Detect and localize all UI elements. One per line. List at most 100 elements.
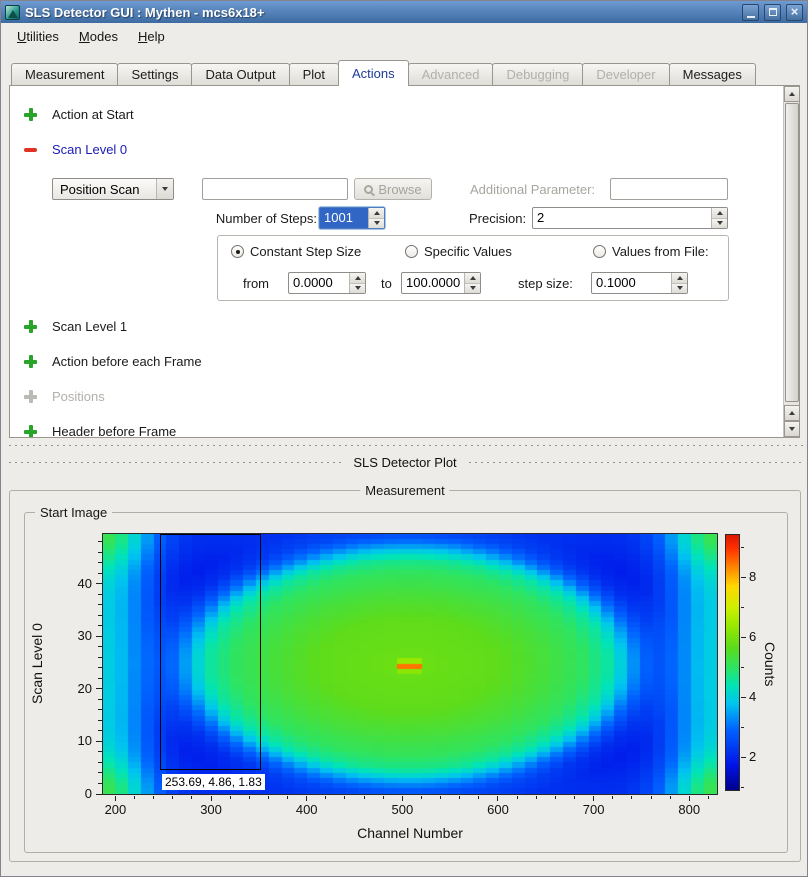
menu-modes[interactable]: Modes [69, 25, 128, 48]
scrollbar-up-button[interactable] [784, 86, 800, 102]
plot-dock-splitter[interactable]: SLS Detector Plot [1, 438, 808, 482]
to-spin-down-button[interactable] [465, 283, 480, 294]
scrollbar-up-button-2[interactable] [784, 405, 800, 421]
tab-messages[interactable]: Messages [669, 63, 756, 86]
colorbar-tick-label: 2 [749, 749, 769, 764]
minimize-button[interactable] [742, 4, 759, 21]
step-size-label: step size: [518, 276, 573, 291]
scrollbar-thumb[interactable] [785, 103, 799, 402]
step-spin-down-button[interactable] [672, 283, 687, 294]
colorbar-minor-tick [741, 667, 744, 668]
y-tick [96, 636, 102, 637]
step-options-groupbox: Constant Step Size Specific Values Value… [217, 235, 729, 301]
x-minor-tick [440, 796, 441, 799]
x-minor-tick [249, 796, 250, 799]
from-spin-up-button[interactable] [350, 273, 365, 283]
tab-advanced[interactable]: Advanced [408, 63, 494, 86]
scan-mode-combo[interactable]: Position Scan [52, 178, 174, 200]
x-minor-tick [651, 796, 652, 799]
additional-parameter-input[interactable] [610, 178, 728, 200]
to-value[interactable]: 100.0000 [402, 273, 464, 293]
tab-debugging[interactable]: Debugging [492, 63, 583, 86]
expand-action-at-start-icon[interactable] [24, 108, 37, 121]
menu-utilities[interactable]: Utilities [7, 25, 69, 48]
tab-developer[interactable]: Developer [582, 63, 669, 86]
x-tick-label: 700 [574, 802, 614, 817]
values-from-file-radio[interactable] [593, 245, 606, 258]
x-minor-tick [230, 796, 231, 799]
colorbar-tick-label: 6 [749, 629, 769, 644]
y-minor-tick [98, 615, 102, 616]
close-button[interactable]: × [786, 4, 803, 21]
x-tick-label: 300 [191, 802, 231, 817]
specific-values-radio[interactable] [405, 245, 418, 258]
precision-label: Precision: [469, 211, 526, 226]
splitter-handle[interactable] [7, 444, 803, 447]
y-minor-tick [98, 604, 102, 605]
maximize-icon [769, 8, 777, 16]
precision-spin-down-button[interactable] [712, 218, 727, 229]
expand-header-before-frame-icon[interactable] [24, 425, 37, 438]
expand-positions-icon[interactable] [24, 390, 37, 403]
x-axis-title: Channel Number [103, 825, 717, 841]
scan-mode-value: Position Scan [53, 182, 156, 197]
y-minor-tick [98, 657, 102, 658]
x-tick [689, 796, 690, 801]
values-from-file-label: Values from File: [612, 244, 709, 259]
step-size-value[interactable]: 0.1000 [592, 273, 671, 293]
step-size-spinbox: 0.1000 [591, 272, 688, 294]
constant-step-size-radio[interactable] [231, 245, 244, 258]
steps-spin-up-button[interactable] [369, 208, 384, 218]
plot-canvas-frame[interactable]: 253.69, 4.86, 1.83 [102, 533, 718, 795]
y-minor-tick [98, 772, 102, 773]
colorbar-tick-label: 8 [749, 569, 769, 584]
y-minor-tick [98, 573, 102, 574]
tab-measurement[interactable]: Measurement [11, 63, 118, 86]
tab-actions[interactable]: Actions [338, 60, 409, 86]
browse-icon [364, 185, 373, 194]
expand-scan-level-1-icon[interactable] [24, 320, 37, 333]
y-minor-tick [98, 552, 102, 553]
tab-settings[interactable]: Settings [117, 63, 192, 86]
y-minor-tick [98, 594, 102, 595]
browse-button[interactable]: Browse [354, 178, 432, 200]
scrollbar-down-button[interactable] [784, 421, 800, 437]
precision-spin-up-button[interactable] [712, 208, 727, 218]
from-spin-down-button[interactable] [350, 283, 365, 294]
panel-scrollbar[interactable] [783, 86, 799, 437]
step-spin-up-button[interactable] [672, 273, 687, 283]
to-spin-up-button[interactable] [465, 273, 480, 283]
colorbar-canvas [726, 535, 739, 790]
x-tick [211, 796, 212, 801]
x-minor-tick [325, 796, 326, 799]
combo-arrow-icon [156, 179, 173, 199]
x-minor-tick [555, 796, 556, 799]
from-value[interactable]: 0.0000 [289, 273, 349, 293]
x-minor-tick [536, 796, 537, 799]
minimize-icon [747, 16, 755, 18]
scan-script-input[interactable] [202, 178, 348, 200]
number-of-steps-value[interactable]: 1001 [320, 208, 368, 228]
collapse-scan-level-0-icon[interactable] [24, 143, 37, 156]
x-minor-tick [478, 796, 479, 799]
colorbar-minor-tick [741, 607, 744, 608]
dock-handle-right [467, 461, 803, 464]
x-tick-label: 600 [478, 802, 518, 817]
steps-spin-down-button[interactable] [369, 218, 384, 229]
y-tick [96, 794, 102, 795]
x-minor-tick [612, 796, 613, 799]
x-minor-tick [383, 796, 384, 799]
maximize-button[interactable] [764, 4, 781, 21]
y-minor-tick [98, 625, 102, 626]
expand-action-before-frame-icon[interactable] [24, 355, 37, 368]
menu-help[interactable]: Help [128, 25, 175, 48]
x-tick-label: 800 [669, 802, 709, 817]
precision-value[interactable]: 2 [533, 208, 711, 228]
y-minor-tick [98, 699, 102, 700]
x-minor-tick [153, 796, 154, 799]
tab-plot[interactable]: Plot [289, 63, 339, 86]
tab-data-output[interactable]: Data Output [191, 63, 289, 86]
y-axis-title: Scan Level 0 [29, 534, 45, 794]
x-tick [402, 796, 403, 801]
plot-layer: Scan Level 0 253.69, 4.86, 1.83 Channel … [25, 513, 787, 852]
